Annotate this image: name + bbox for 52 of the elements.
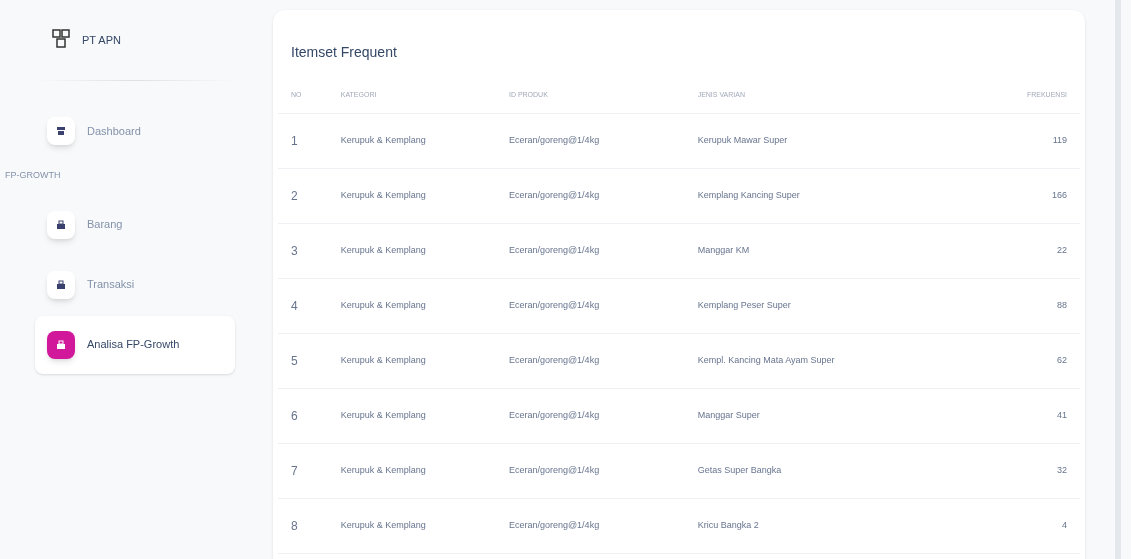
table-cell: Kerupuk & Kemplang (327, 498, 496, 553)
table-cell: 8 (278, 498, 328, 553)
table-cell: Kemplang Kancing Super (684, 168, 991, 223)
table-cell: Manggar Super (684, 388, 991, 443)
table-cell: Eceran/goreng@1/4kg (495, 443, 685, 498)
table-cell: Eceran/goreng@1/4kg (495, 388, 685, 443)
table-cell: 4 (990, 498, 1080, 553)
table-cell: 166 (990, 168, 1080, 223)
table-cell: 22 (990, 223, 1080, 278)
table-cell: 119 (990, 113, 1080, 168)
nav-item[interactable]: Analisa FP-Growth (35, 315, 235, 374)
table-cell: 4 (278, 278, 328, 333)
table-cell: Kerupuk Mawar Super (684, 113, 991, 168)
table-cell: Eceran/goreng@1/4kg (495, 168, 685, 223)
table-cell: 5 (278, 333, 328, 388)
table-cell: Kricu Bangka 2 (684, 498, 991, 553)
brand-name: PT APN (82, 32, 121, 48)
table-cell: 62 (990, 333, 1080, 388)
table-cell: Kempl. Kancing Mata Ayam Super (684, 333, 991, 388)
table-cell: Kerupuk & Kemplang (327, 443, 496, 498)
table-cell: 2 (278, 168, 328, 223)
table-cell: Kerupuk & Kemplang (327, 168, 496, 223)
section-label: FP-GROWTH (5, 169, 62, 182)
table-cell: 7 (278, 443, 328, 498)
box-icon (56, 279, 66, 290)
table-cell: 1 (278, 113, 328, 168)
table-cell: Getas Super Bangka (684, 443, 991, 498)
table-cell: Manggar KM (684, 223, 991, 278)
table-cell: Eceran/goreng@1/4kg (495, 278, 685, 333)
shop-icon (56, 126, 66, 136)
table-cell: Eceran/goreng@1/4kg (495, 498, 685, 553)
box-icon (56, 219, 66, 230)
table-cell: Eceran/goreng@1/4kg (495, 113, 685, 168)
nav-item[interactable]: Barang (35, 195, 235, 254)
table-cell: Kerupuk & Kemplang (327, 333, 496, 388)
logo-icon (52, 29, 70, 51)
table-cell: Kerupuk & Kemplang (327, 388, 496, 443)
box-icon (56, 339, 66, 350)
nav-item[interactable]: Dashboard (35, 102, 235, 160)
table-cell: 3 (278, 223, 328, 278)
table-cell: Kerupuk & Kemplang (327, 278, 496, 333)
table-cell: 41 (990, 388, 1080, 443)
table-cell: Eceran/goreng@1/4kg (495, 223, 685, 278)
table-cell: 88 (990, 278, 1080, 333)
table-cell: Kerupuk & Kemplang (327, 223, 496, 278)
nav-item[interactable]: Transaksi (35, 255, 235, 314)
card-title: Itemset Frequent (290, 43, 398, 62)
table-cell: 6 (278, 388, 328, 443)
table-cell: Kemplang Peser Super (684, 278, 991, 333)
table-cell: Kerupuk & Kemplang (327, 113, 496, 168)
table-cell: 32 (990, 443, 1080, 498)
table-cell: Eceran/goreng@1/4kg (495, 333, 685, 388)
